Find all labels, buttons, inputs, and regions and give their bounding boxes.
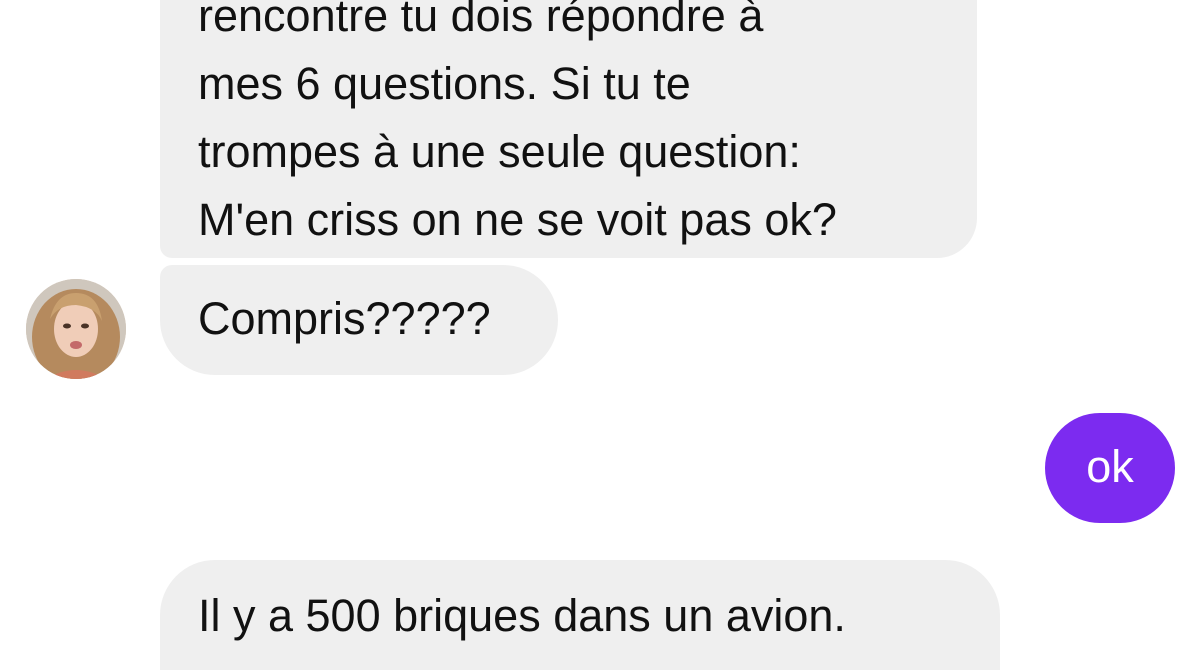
message-text-line: Il y a 500 briques dans un avion. [198,590,846,641]
contact-avatar-photo-icon [26,279,126,379]
contact-avatar[interactable] [26,279,126,379]
message-text-line: mes 6 questions. Si tu te [198,58,691,109]
message-bubble-received[interactable]: Compris????? [160,265,558,375]
message-bubble-received[interactable]: rencontre tu dois répondre à mes 6 quest… [160,0,977,258]
message-text-line: trompes à une seule question: [198,126,801,177]
message-text-line: Compris????? [198,293,491,344]
message-text-line: M'en criss on ne se voit pas ok? [198,194,837,245]
message-text-line: rencontre tu dois répondre à [198,0,764,41]
message-bubble-sent[interactable]: ok [1045,413,1175,523]
message-text-line: ok [1086,441,1134,492]
message-bubble-received[interactable]: Il y a 500 briques dans un avion. [160,560,1000,670]
